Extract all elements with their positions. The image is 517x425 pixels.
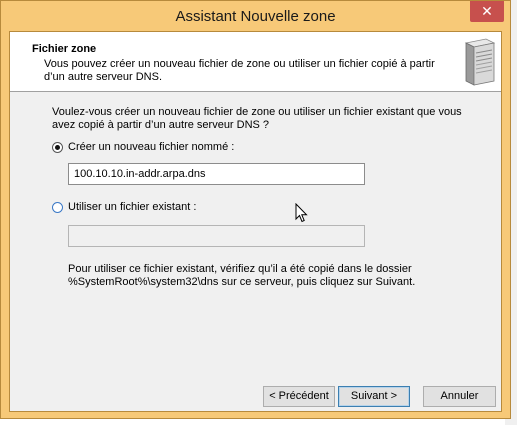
radio-create-new-file-label[interactable]: Créer un nouveau fichier nommé : — [68, 141, 234, 153]
question-text: Voulez-vous créer un nouveau fichier de … — [52, 106, 462, 131]
wizard-header: Fichier zone Vous pouvez créer un nouvea… — [10, 32, 501, 92]
server-icon — [464, 38, 496, 86]
next-button[interactable]: Suivant > — [338, 386, 410, 407]
radio-use-existing-file[interactable] — [52, 202, 63, 213]
new-file-name-input[interactable] — [68, 163, 365, 185]
page-title: Fichier zone — [32, 43, 97, 55]
wizard-window: Assistant Nouvelle zone ✕ Fichier zone V… — [0, 0, 511, 419]
close-icon: ✕ — [481, 3, 493, 19]
help-note: Pour utiliser ce fichier existant, vérif… — [68, 263, 416, 288]
radio-create-new-file[interactable] — [52, 142, 63, 153]
radio-use-existing-file-label[interactable]: Utiliser un fichier existant : — [68, 201, 196, 213]
back-button[interactable]: < Précédent — [263, 386, 335, 407]
existing-file-name-input[interactable] — [68, 225, 365, 247]
wizard-client-area: Fichier zone Vous pouvez créer un nouvea… — [9, 31, 502, 412]
page-description: Vous pouvez créer un nouveau fichier de … — [44, 58, 435, 83]
cancel-button[interactable]: Annuler — [423, 386, 496, 407]
close-button[interactable]: ✕ — [470, 1, 504, 22]
window-title: Assistant Nouvelle zone — [175, 8, 336, 25]
mouse-cursor-icon — [295, 203, 308, 223]
title-bar[interactable]: Assistant Nouvelle zone ✕ — [1, 1, 510, 31]
